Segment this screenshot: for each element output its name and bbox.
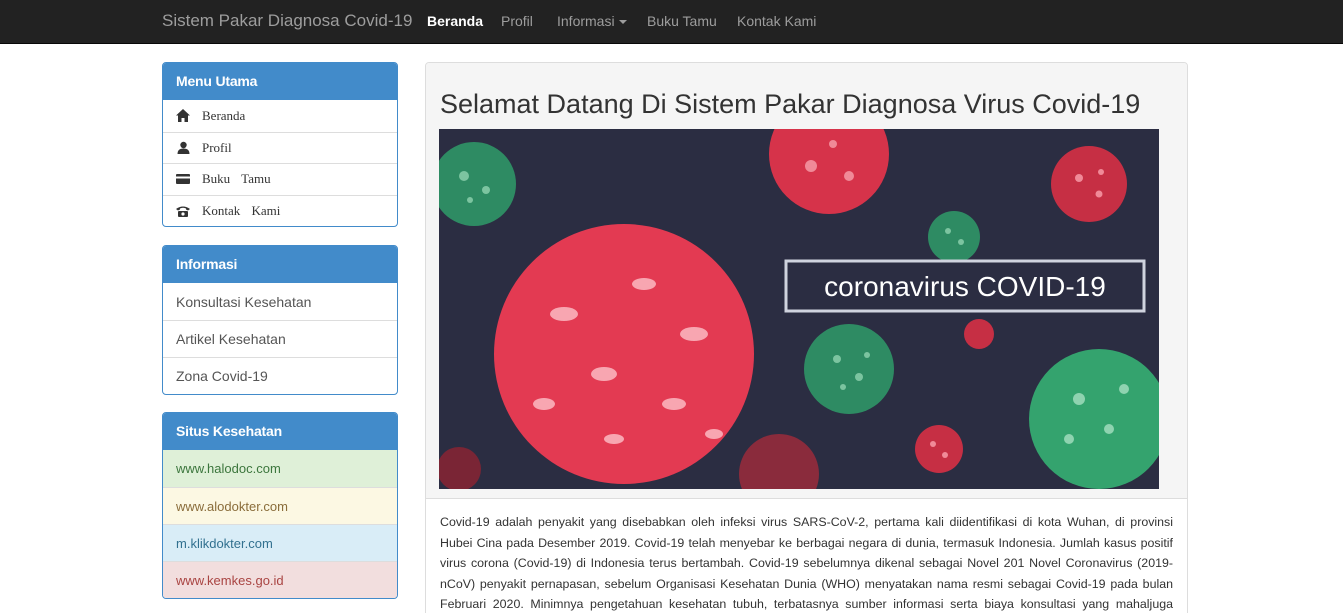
nav-profil[interactable]: Profil <box>501 13 533 29</box>
menu-utama-heading: Menu Utama <box>163 63 397 100</box>
welcome-jumbotron: Selamat Datang Di Sistem Pakar Diagnosa … <box>426 63 1187 499</box>
menu-item-kontak-kami[interactable]: Kontak Kami <box>163 194 397 227</box>
menu-item-label: Buku Tamu <box>202 171 271 187</box>
situs-kesehatan-heading: Situs Kesehatan <box>163 413 397 450</box>
menu-utama-panel: Menu Utama Beranda Profil Buku Tamu Kont… <box>162 62 398 228</box>
informasi-zona-link[interactable]: Zona Covid-19 <box>163 357 397 394</box>
page-title: Selamat Datang Di Sistem Pakar Diagnosa … <box>440 89 1141 119</box>
main-content-panel: Selamat Datang Di Sistem Pakar Diagnosa … <box>425 62 1188 613</box>
informasi-panel: Informasi Konsultasi Kesehatan Artikel K… <box>162 245 398 395</box>
menu-item-beranda[interactable]: Beranda <box>163 100 397 132</box>
top-navbar: Sistem Pakar Diagnosa Covid-19 Beranda P… <box>0 0 1343 44</box>
red-virus-shape-right <box>1051 146 1127 222</box>
green-virus-shape-mid <box>804 324 894 414</box>
site-link-halodoc[interactable]: www.halodoc.com <box>163 450 397 487</box>
informasi-artikel-link[interactable]: Artikel Kesehatan <box>163 320 397 357</box>
nav-informasi-label: Informasi <box>557 13 615 29</box>
nav-beranda[interactable]: Beranda <box>427 13 483 29</box>
user-icon <box>176 141 190 155</box>
menu-item-label: Kontak Kami <box>202 203 281 219</box>
menu-item-profil[interactable]: Profil <box>163 131 397 164</box>
navbar-brand[interactable]: Sistem Pakar Diagnosa Covid-19 <box>162 11 412 31</box>
red-virus-shape-bottom <box>915 425 963 473</box>
site-link-kemkes[interactable]: www.kemkes.go.id <box>163 561 397 598</box>
phone-icon <box>176 204 190 218</box>
red-virus-shape-small <box>964 319 994 349</box>
situs-kesehatan-panel: Situs Kesehatan www.halodoc.com www.alod… <box>162 412 398 599</box>
nav-buku-tamu[interactable]: Buku Tamu <box>647 13 717 29</box>
coronavirus-banner-image: coronavirus COVID-19 <box>439 129 1159 489</box>
credit-card-icon <box>176 172 190 186</box>
site-link-alodokter[interactable]: www.alodokter.com <box>163 487 397 524</box>
menu-item-label: Profil <box>202 139 232 155</box>
green-virus-shape-small <box>928 211 980 263</box>
nav-informasi-dropdown[interactable]: Informasi <box>557 13 627 29</box>
intro-paragraph: Covid-19 adalah penyakit yang disebabkan… <box>440 515 1173 611</box>
red-virus-shape-large <box>494 224 754 484</box>
menu-item-buku-tamu[interactable]: Buku Tamu <box>163 163 397 195</box>
informasi-heading: Informasi <box>163 246 397 283</box>
home-icon <box>176 109 190 123</box>
nav-kontak-kami[interactable]: Kontak Kami <box>737 13 816 29</box>
menu-item-label: Beranda <box>202 107 246 123</box>
caret-down-icon <box>618 20 627 25</box>
informasi-konsultasi-link[interactable]: Konsultasi Kesehatan <box>163 283 397 320</box>
banner-text: coronavirus COVID-19 <box>824 271 1106 302</box>
site-link-klikdokter[interactable]: m.klikdokter.com <box>163 524 397 561</box>
banner-text-box: coronavirus COVID-19 <box>784 259 1146 313</box>
